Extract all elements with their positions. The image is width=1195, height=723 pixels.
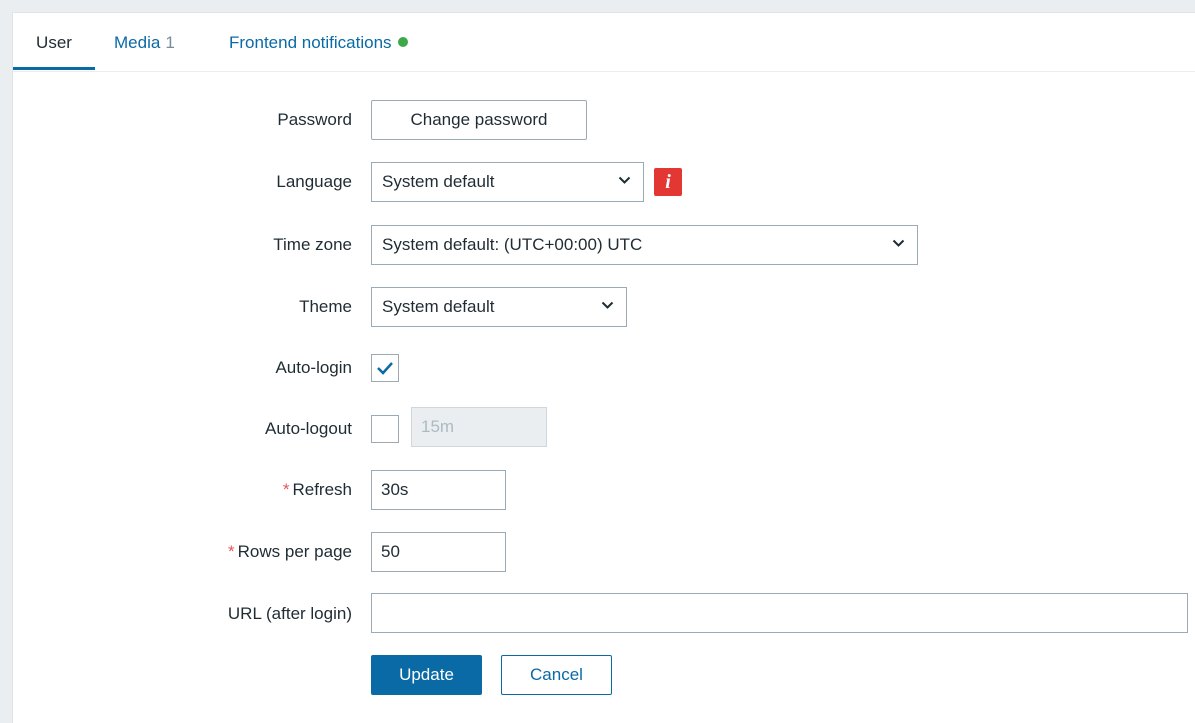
- rows-per-page-label: * Rows per page: [13, 541, 352, 563]
- change-password-button[interactable]: Change password: [371, 100, 587, 140]
- language-select-value: System default: [382, 172, 495, 191]
- required-mark: *: [282, 480, 290, 499]
- tab-user[interactable]: User: [13, 13, 95, 70]
- tab-frontend-notifications[interactable]: Frontend notifications: [229, 13, 408, 70]
- required-mark: *: [228, 542, 235, 561]
- chevron-down-icon: [601, 301, 614, 309]
- tab-media-label: Media: [114, 33, 161, 52]
- refresh-input[interactable]: [371, 470, 506, 510]
- autologout-checkbox[interactable]: [371, 415, 399, 443]
- refresh-label: * Refresh: [13, 479, 352, 501]
- theme-label: Theme: [299, 297, 352, 316]
- chevron-down-icon: [618, 176, 631, 184]
- language-select[interactable]: System default: [371, 162, 644, 202]
- tab-media-count: 1: [165, 33, 175, 52]
- timezone-select-value: System default: (UTC+00:00) UTC: [382, 235, 643, 254]
- refresh-label-text: Refresh: [292, 480, 352, 499]
- language-label: Language: [276, 172, 352, 191]
- password-label: Password: [277, 110, 352, 129]
- checkmark-icon: [377, 362, 393, 375]
- url-label: URL (after login): [227, 604, 352, 623]
- theme-select[interactable]: System default: [371, 287, 627, 327]
- theme-select-value: System default: [382, 297, 495, 316]
- tab-bar: User Media 1 Frontend notifications: [13, 13, 1195, 72]
- rows-per-page-label-text: Rows per page: [237, 542, 352, 561]
- autologout-label: Auto-logout: [265, 419, 352, 438]
- status-dot-icon: [397, 37, 408, 47]
- rows-per-page-input[interactable]: [371, 532, 506, 572]
- update-button[interactable]: Update: [371, 655, 482, 695]
- cancel-button[interactable]: Cancel: [501, 655, 612, 695]
- tab-user-label: User: [36, 33, 72, 52]
- autologin-checkbox[interactable]: [371, 354, 399, 382]
- timezone-label: Time zone: [273, 235, 352, 254]
- info-icon[interactable]: i: [654, 168, 682, 196]
- tab-media[interactable]: Media 1: [114, 13, 175, 70]
- autologin-label: Auto-login: [275, 358, 352, 377]
- autologout-input: [411, 407, 547, 447]
- chevron-down-icon: [892, 239, 905, 247]
- timezone-select[interactable]: System default: (UTC+00:00) UTC: [371, 225, 918, 265]
- user-settings-panel: User Media 1 Frontend notifications Passw…: [12, 12, 1195, 723]
- tab-frontend-notifications-label: Frontend notifications: [229, 33, 392, 52]
- url-input[interactable]: [371, 593, 1188, 633]
